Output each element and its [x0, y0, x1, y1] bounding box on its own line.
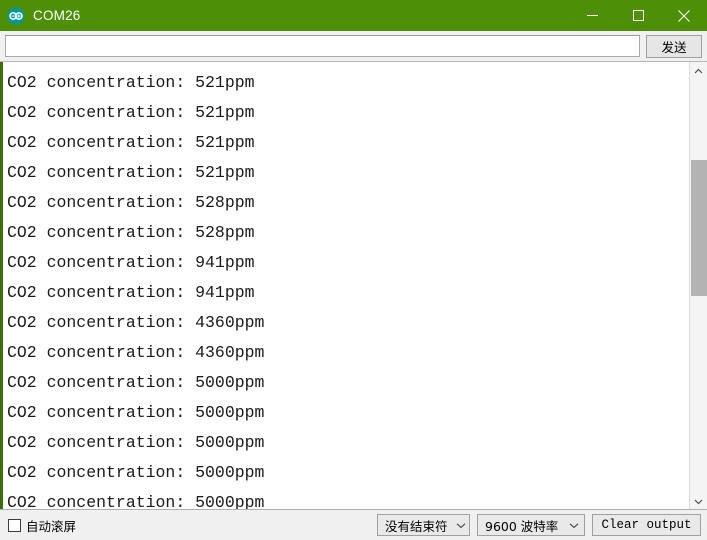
- chevron-up-icon: [694, 62, 703, 80]
- chevron-down-icon: [569, 522, 579, 529]
- title-bar-left: COM26: [0, 7, 81, 25]
- chevron-down-icon: [456, 522, 466, 529]
- autoscroll-label: 自动滚屏: [26, 518, 77, 534]
- output-scrollbar[interactable]: [689, 62, 707, 509]
- console-line: CO2 concentration: 5000ppm: [7, 433, 265, 452]
- console-line: CO2 concentration: 5000ppm: [7, 373, 265, 392]
- autoscroll-checkbox[interactable]: [8, 518, 21, 532]
- console-line: CO2 concentration: 941ppm: [7, 283, 255, 302]
- serial-output-panel: CO2 concentration: 521ppm CO2 concentrati…: [0, 61, 707, 510]
- console-line: CO2 concentration: 521ppm: [7, 73, 255, 92]
- console-line: CO2 concentration: 5000ppm: [7, 493, 265, 509]
- console-line: CO2 concentration: 521ppm: [7, 103, 255, 122]
- console-line: CO2 concentration: 5000ppm: [7, 463, 265, 482]
- close-button[interactable]: [661, 0, 707, 31]
- serial-command-input[interactable]: [5, 35, 640, 57]
- console-line: CO2 concentration: 941ppm: [7, 253, 255, 272]
- send-row: 发送: [0, 31, 707, 61]
- window-title: COM26: [33, 7, 81, 23]
- send-button[interactable]: 发送: [646, 34, 702, 58]
- minimize-button[interactable]: [569, 0, 615, 31]
- autoscroll-toggle[interactable]: 自动滚屏: [8, 516, 76, 535]
- line-ending-value: 没有结束符: [385, 518, 448, 534]
- console-line: CO2 concentration: 4360ppm: [7, 343, 265, 362]
- serial-monitor-window: COM26 发送 CO2 concentration: 521ppm CO2 c…: [0, 0, 707, 540]
- console-line: CO2 concentration: 528ppm: [7, 193, 255, 212]
- clear-output-button[interactable]: Clear output: [592, 514, 701, 536]
- scroll-up-button[interactable]: [690, 62, 707, 79]
- maximize-icon: [632, 10, 644, 21]
- status-bar: 自动滚屏 没有结束符 9600 波特率 Clear output: [0, 510, 707, 540]
- scrollbar-thumb[interactable]: [691, 160, 707, 296]
- console-line: CO2 concentration: 5000ppm: [7, 403, 265, 422]
- maximize-button[interactable]: [615, 0, 661, 31]
- scroll-down-button[interactable]: [690, 492, 707, 509]
- console-line: CO2 concentration: 521ppm: [7, 163, 255, 182]
- serial-output-text[interactable]: CO2 concentration: 521ppm CO2 concentrati…: [3, 62, 689, 509]
- title-bar: COM26: [0, 0, 707, 31]
- baud-rate-value: 9600 波特率: [485, 518, 559, 534]
- minimize-icon: [586, 10, 598, 21]
- baud-rate-dropdown[interactable]: 9600 波特率: [477, 514, 585, 536]
- arduino-infinity-icon: [7, 7, 25, 25]
- console-line: CO2 concentration: 4360ppm: [7, 313, 265, 332]
- chevron-down-icon: [694, 492, 703, 510]
- console-line: CO2 concentration: 528ppm: [7, 223, 255, 242]
- close-icon: [678, 9, 690, 22]
- line-ending-dropdown[interactable]: 没有结束符: [377, 514, 470, 536]
- window-controls: [569, 0, 707, 31]
- console-line: CO2 concentration: 521ppm: [7, 133, 255, 152]
